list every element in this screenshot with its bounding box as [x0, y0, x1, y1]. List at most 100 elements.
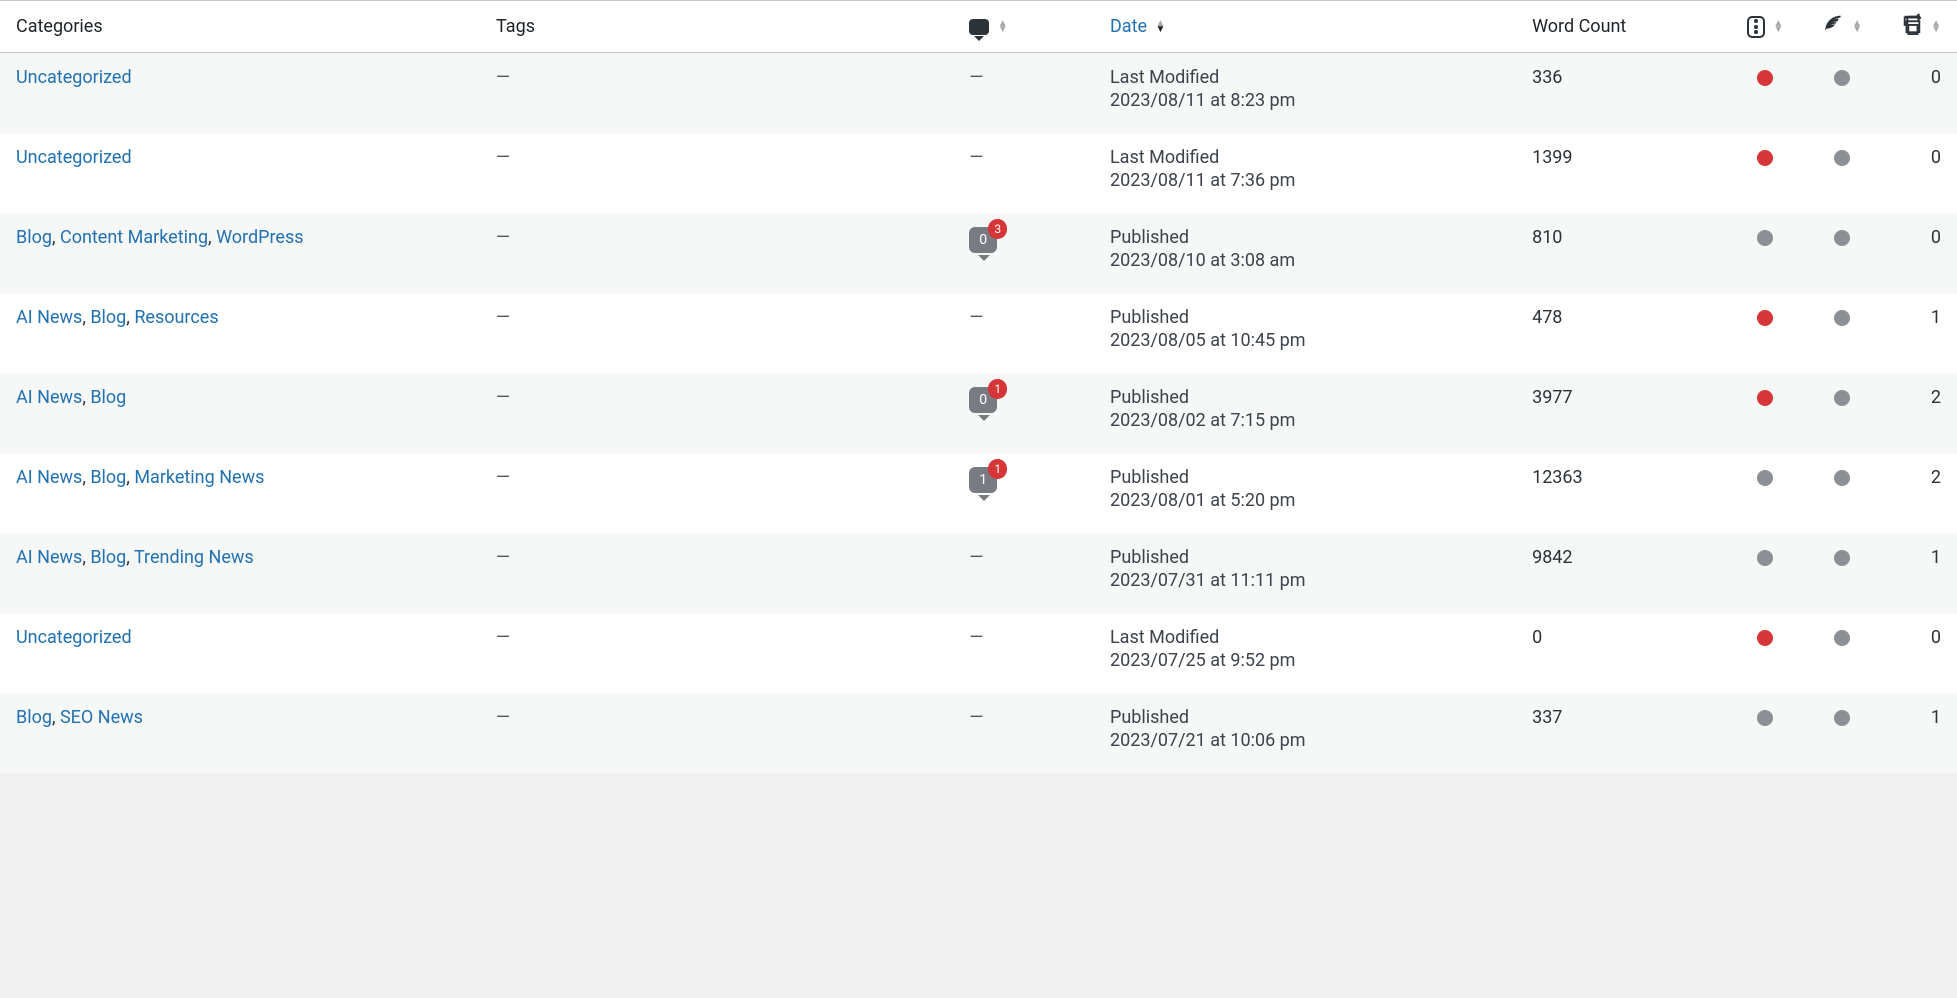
- date-status: Published: [1110, 547, 1512, 568]
- column-header-categories[interactable]: Categories: [0, 1, 486, 53]
- category-link[interactable]: WordPress: [216, 227, 303, 248]
- cell-readability[interactable]: [1803, 693, 1880, 773]
- pending-comments-badge: 1: [988, 459, 1007, 479]
- cell-readability[interactable]: [1803, 53, 1880, 134]
- column-header-seo-score[interactable]: ▲▼: [1727, 1, 1804, 53]
- column-header-incoming-links[interactable]: ▲▼: [1880, 1, 1957, 53]
- cell-seo-score[interactable]: [1727, 53, 1804, 134]
- cell-seo-score[interactable]: [1727, 693, 1804, 773]
- column-header-date[interactable]: Date ▲▼: [1100, 1, 1522, 53]
- column-header-label: Date: [1110, 16, 1147, 37]
- cell-seo-score[interactable]: [1727, 533, 1804, 613]
- category-link[interactable]: Trending News: [134, 547, 254, 568]
- table-row: Uncategorized — — Last Modified2023/08/11 a…: [0, 53, 1957, 134]
- category-link[interactable]: Blog: [16, 707, 52, 728]
- readability-dot: [1834, 230, 1850, 246]
- incoming-links-icon: [1901, 13, 1923, 40]
- readability-dot: [1834, 710, 1850, 726]
- category-link[interactable]: Blog: [16, 227, 52, 248]
- category-link[interactable]: AI News: [16, 547, 82, 568]
- cell-incoming-links: 1: [1880, 533, 1957, 613]
- cell-readability[interactable]: [1803, 213, 1880, 293]
- date-time: 2023/08/11 at 8:23 pm: [1110, 90, 1512, 111]
- date-time: 2023/08/01 at 5:20 pm: [1110, 490, 1512, 511]
- pending-comments-badge: 3: [988, 219, 1007, 239]
- comments-bubble[interactable]: 03: [969, 227, 997, 253]
- column-header-word-count: Word Count: [1522, 1, 1727, 53]
- cell-readability[interactable]: [1803, 533, 1880, 613]
- category-link[interactable]: Uncategorized: [16, 147, 132, 168]
- no-comments-dash: —: [969, 627, 983, 648]
- cell-readability[interactable]: [1803, 133, 1880, 213]
- cell-seo-score[interactable]: [1727, 213, 1804, 293]
- category-link[interactable]: AI News: [16, 307, 82, 328]
- category-link[interactable]: SEO News: [60, 707, 143, 728]
- cell-readability[interactable]: [1803, 373, 1880, 453]
- cell-word-count: 3977: [1522, 373, 1727, 453]
- category-link[interactable]: Blog: [90, 387, 126, 408]
- category-link[interactable]: Blog: [90, 307, 126, 328]
- date-status: Published: [1110, 467, 1512, 488]
- seo-score-dot: [1757, 710, 1773, 726]
- date-status: Published: [1110, 387, 1512, 408]
- cell-seo-score[interactable]: [1727, 293, 1804, 373]
- sort-arrows-icon: ▲▼: [1156, 21, 1166, 33]
- category-link[interactable]: AI News: [16, 467, 82, 488]
- no-comments-dash: —: [969, 67, 983, 88]
- cell-date: Last Modified2023/08/11 at 7:36 pm: [1100, 133, 1522, 213]
- date-status: Published: [1110, 307, 1512, 328]
- category-link[interactable]: Marketing News: [134, 467, 264, 488]
- comments-bubble[interactable]: 11: [969, 467, 997, 493]
- cell-comments: —: [959, 133, 1100, 213]
- no-tags-dash: —: [496, 547, 510, 568]
- cell-categories: Uncategorized: [0, 53, 486, 134]
- no-comments-dash: —: [969, 147, 983, 168]
- readability-dot: [1834, 390, 1850, 406]
- cell-tags: —: [486, 293, 959, 373]
- cell-incoming-links: 2: [1880, 453, 1957, 533]
- cell-date: Published2023/08/02 at 7:15 pm: [1100, 373, 1522, 453]
- date-time: 2023/08/02 at 7:15 pm: [1110, 410, 1512, 431]
- cell-incoming-links: 0: [1880, 613, 1957, 693]
- cell-incoming-links: 2: [1880, 373, 1957, 453]
- date-time: 2023/07/25 at 9:52 pm: [1110, 650, 1512, 671]
- cell-word-count: 9842: [1522, 533, 1727, 613]
- readability-dot: [1834, 630, 1850, 646]
- cell-seo-score[interactable]: [1727, 373, 1804, 453]
- table-row: AI News, Blog, Marketing News—11Publishe…: [0, 453, 1957, 533]
- no-tags-dash: —: [496, 147, 510, 168]
- column-header-tags[interactable]: Tags: [486, 1, 959, 53]
- readability-dot: [1834, 70, 1850, 86]
- comments-bubble[interactable]: 01: [969, 387, 997, 413]
- cell-comments: —: [959, 293, 1100, 373]
- column-header-readability[interactable]: ▲▼: [1803, 1, 1880, 53]
- date-time: 2023/07/21 at 10:06 pm: [1110, 730, 1512, 751]
- cell-comments: —: [959, 693, 1100, 773]
- no-tags-dash: —: [496, 67, 510, 88]
- cell-incoming-links: 0: [1880, 133, 1957, 213]
- cell-categories: AI News, Blog: [0, 373, 486, 453]
- category-link[interactable]: Blog: [90, 467, 126, 488]
- category-link[interactable]: Blog: [90, 547, 126, 568]
- cell-date: Last Modified2023/08/11 at 8:23 pm: [1100, 53, 1522, 134]
- comment-icon: [969, 19, 989, 35]
- cell-readability[interactable]: [1803, 613, 1880, 693]
- cell-categories: Uncategorized: [0, 133, 486, 213]
- cell-tags: —: [486, 453, 959, 533]
- cell-categories: Blog, SEO News: [0, 693, 486, 773]
- category-link[interactable]: Uncategorized: [16, 627, 132, 648]
- cell-readability[interactable]: [1803, 293, 1880, 373]
- seo-score-dot: [1757, 630, 1773, 646]
- column-header-comments[interactable]: ▲▼: [959, 1, 1100, 53]
- cell-date: Published2023/08/10 at 3:08 am: [1100, 213, 1522, 293]
- category-link[interactable]: Resources: [134, 307, 218, 328]
- category-link[interactable]: AI News: [16, 387, 82, 408]
- cell-readability[interactable]: [1803, 453, 1880, 533]
- cell-tags: —: [486, 133, 959, 213]
- category-link[interactable]: Uncategorized: [16, 67, 132, 88]
- category-link[interactable]: Content Marketing: [60, 227, 208, 248]
- cell-seo-score[interactable]: [1727, 453, 1804, 533]
- cell-seo-score[interactable]: [1727, 613, 1804, 693]
- cell-seo-score[interactable]: [1727, 133, 1804, 213]
- table-row: Blog, Content Marketing, WordPress—03Pub…: [0, 213, 1957, 293]
